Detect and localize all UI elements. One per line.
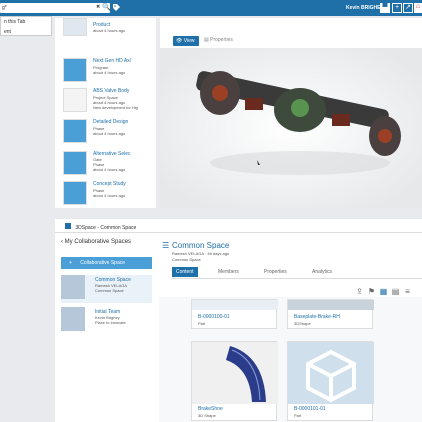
search-scope-dropdown: n this Tab ent [0,16,52,36]
content-card[interactable]: B-0000101-01 Part [287,341,374,421]
user-name[interactable]: Kevin BRIGHEY [346,5,384,11]
share-icon[interactable]: ↗ [403,3,413,13]
view-tab[interactable]: 👁 View [173,36,199,46]
card-name[interactable]: Baseplate-Brake-RH [294,314,340,320]
space-item-initial-team[interactable]: Initial Team Kevin Brighey Place to inno… [61,307,152,335]
list-item-time: about 4 hours ago [93,28,126,33]
list-item[interactable]: Next Gen HD Axl Program about 4 hours ag… [63,58,158,88]
content-card[interactable]: Baseplate-Brake-RH 3DShape [287,299,374,329]
eye-icon: 👁 [176,38,183,44]
viewer-panel: 👁 View ▤ Properties [160,18,422,208]
list-item-time: about 4 hours ago [93,70,126,75]
space-desc: Common Space [95,288,124,293]
view-tab-label: View [183,38,195,44]
panel-title: 3DSpace - Common Space [75,225,137,231]
card-name[interactable]: B-0000101-01 [294,406,326,412]
phase-thumbnail [63,119,87,143]
list-item[interactable]: Concept Study Phase about 4 hours ago [63,181,158,211]
upload-icon[interactable]: ⇪ [355,287,364,296]
content-grid: B-0000100-01 Part Baseplate-Brake-RH 3DS… [159,297,422,422]
3dspace-icon [65,223,71,229]
space-item-common[interactable]: Common Space Ramesh VELAGA Common Space [61,275,152,303]
list-view-toggle-icon[interactable]: ≡ [403,287,412,296]
project-thumbnail [63,88,87,112]
card-thumbnail [192,300,278,310]
space-owner-line: Ramesh VELAGA · 46 days ago [172,251,230,256]
product-thumbnail [63,18,87,36]
clear-icon[interactable]: ✖ [96,4,100,10]
card-type: 3DShape [294,321,311,326]
program-thumbnail [63,58,87,82]
content-card[interactable]: B-0000100-01 Part [191,299,278,329]
add-collab-space-button[interactable]: + Collaborative Space [61,257,152,269]
search-icon[interactable]: 🔍 [102,3,111,11]
card-thumbnail [288,342,374,404]
my-spaces-label: My Collaborative Spaces [64,239,132,245]
tile-view-icon[interactable]: ▦ [379,287,388,296]
list-item-title[interactable]: Concept Study [93,181,126,187]
card-thumbnail [288,300,374,310]
list-item-time: about 4 hours ago [93,193,126,198]
content-card[interactable]: BrakeShoe 3D Shape [191,341,278,421]
refresh-icon [61,275,85,299]
left-blank-area [0,16,50,346]
filter-icon[interactable]: ⚑ [367,287,376,296]
spaces-sidebar: ‹ My Collaborative Spaces + Collaborativ… [55,233,155,422]
list-item[interactable]: Alternative Selec Gate Phase about 4 hou… [63,151,158,181]
chevron-left-icon: ‹ [61,239,63,245]
tab-properties[interactable]: Properties [262,267,289,277]
dropdown-item-recent[interactable]: ent [1,27,51,37]
panel-header: 3DSpace - Common Space [55,219,422,233]
add-icon[interactable]: + [392,3,402,13]
search-input[interactable] [2,4,90,12]
plus-icon: + [69,260,72,266]
space-title: Common Space [172,241,230,250]
card-thumbnail [192,342,278,404]
my-spaces-back-link[interactable]: ‹ My Collaborative Spaces [61,239,131,245]
card-type: Part [198,321,206,326]
card-type: 3D Shape [198,413,216,418]
list-item[interactable]: ABS Valve Body Project Space about 4 hou… [63,88,158,118]
card-name[interactable]: B-0000100-01 [198,314,230,320]
properties-icon: ▤ [204,37,209,43]
properties-tab[interactable]: ▤ Properties [204,37,233,43]
collab-btn-label: Collaborative Space [80,260,126,266]
list-item-title[interactable]: Detailed Design [93,119,128,125]
list-item-desc: New development for Hig [93,105,138,110]
list-item-time: about 4 hours ago [93,131,126,136]
list-item-time: about 4 hours ago [93,167,126,172]
search-box[interactable]: ✖ 🔍 [0,3,111,13]
space-desc: Place to innovate [95,320,126,325]
tag-icon[interactable] [112,3,121,12]
list-view-icon: ☰ [162,241,170,250]
refresh-icon [61,307,85,331]
tab-content[interactable]: Content [172,267,198,277]
grid-view-icon[interactable]: ▤ [391,287,400,296]
home-icon[interactable]: ⌂ [414,3,422,13]
space-desc-line: Common Space [172,257,201,262]
tab-members[interactable]: Members [216,267,241,277]
list-item-title[interactable]: Next Gen HD Axl [93,58,131,64]
profile-icon[interactable]: ▀ [380,3,390,13]
properties-tab-label: Properties [210,37,233,43]
list-item-title[interactable]: ABS Valve Body [93,88,129,94]
card-name[interactable]: BrakeShoe [198,406,223,412]
space-tabs: Content Members Properties Analytics [172,267,422,279]
recent-items-list: Product about 4 hours ago Next Gen HD Ax… [55,18,156,208]
3d-viewer-canvas[interactable] [160,48,422,208]
card-type: Part [294,413,302,418]
tab-analytics[interactable]: Analytics [310,267,334,277]
common-space-content: ☰ Common Space Ramesh VELAGA · 46 days a… [159,233,422,422]
collab-space-panel: 3DSpace - Common Space ‹ My Collaborativ… [55,219,422,422]
top-bar: ✖ 🔍 Kevin BRIGHEY ▀ + ↗ ⌂ [0,0,422,16]
phase-thumbnail [63,151,87,175]
phase-thumbnail [63,181,87,205]
axle-model-image [160,48,422,208]
list-item[interactable]: Detailed Design Phase about 4 hours ago [63,119,158,149]
dropdown-item-this-tab[interactable]: n this Tab [1,17,51,27]
list-item[interactable]: Product about 4 hours ago [63,18,158,48]
